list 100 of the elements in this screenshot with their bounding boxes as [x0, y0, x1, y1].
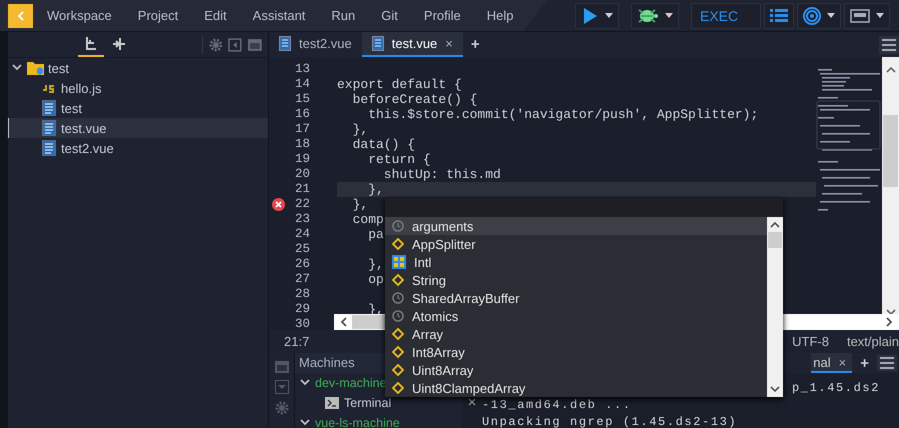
folder-icon [27, 60, 45, 76]
back-button[interactable] [8, 4, 33, 28]
clock-icon [392, 220, 404, 232]
file-icon [42, 120, 56, 136]
clock-icon [392, 292, 404, 304]
tree-icon [84, 36, 97, 50]
diamond-icon [392, 238, 404, 250]
diamond-icon [392, 346, 404, 358]
vertical-scrollbar[interactable] [767, 217, 783, 397]
terminal-tab[interactable]: nal × [811, 353, 852, 373]
clock-icon [392, 310, 404, 322]
window-icon [850, 8, 870, 22]
suggestion-item[interactable]: SharedArrayBuffer [385, 289, 767, 307]
file-icon [279, 36, 291, 51]
line-number: 29 [294, 302, 310, 317]
line-number: 16 [294, 107, 310, 122]
diamond-icon [392, 364, 404, 376]
add-tab-button[interactable]: + [462, 36, 488, 53]
code-line: export default { [337, 77, 462, 92]
scroll-down-icon[interactable] [770, 386, 780, 392]
file-icon [42, 100, 56, 116]
menu-item[interactable]: Project [138, 8, 178, 23]
run-button[interactable] [575, 2, 619, 28]
menu-icon[interactable] [877, 355, 897, 371]
chevron-down-icon[interactable] [300, 379, 310, 387]
menu-item[interactable]: Git [381, 8, 398, 23]
menu-item[interactable]: Profile [424, 8, 461, 23]
diamond-icon [392, 382, 404, 394]
exec-button[interactable]: EXEC [691, 2, 761, 28]
terminal-line: Unpacking ngrep (1.45.ds2-13) [482, 414, 738, 428]
suggestion-item[interactable]: Intl [385, 253, 767, 271]
scroll-right-icon[interactable] [885, 317, 893, 327]
line-number: 19 [294, 152, 310, 167]
close-tab-button[interactable]: × [838, 354, 846, 370]
window-button[interactable] [844, 2, 890, 28]
line-number: 23 [294, 212, 310, 227]
suggestion-item[interactable]: AppSplitter [385, 235, 767, 253]
suggestion-item[interactable]: Array [385, 325, 767, 343]
target-icon [803, 6, 821, 24]
editor-tab[interactable]: test2.vue [269, 32, 362, 57]
scroll-down-icon[interactable] [886, 309, 896, 315]
file-type-label[interactable]: text/plain [846, 334, 899, 349]
close-tab-button[interactable]: × [445, 36, 453, 51]
debug-button[interactable] [631, 2, 679, 28]
line-number: 13 [294, 62, 310, 77]
scroll-left-icon[interactable] [340, 317, 348, 327]
code-line: this.$store.commit('navigator/push', AppSplitter); [367, 107, 758, 122]
chevron-down-icon[interactable] [300, 419, 310, 427]
machine-item[interactable]: vue-ls-machine [295, 413, 462, 428]
maximize-icon[interactable] [248, 38, 262, 50]
tree-item[interactable]: test2.vue [8, 138, 268, 158]
file-icon [372, 36, 384, 51]
line-number: 25 [294, 242, 310, 257]
editor-tab[interactable]: test.vue × [362, 32, 463, 57]
chevron-down-icon[interactable] [12, 64, 22, 72]
tree-item[interactable]: test [8, 58, 268, 78]
tree-item[interactable]: hello.js [8, 78, 268, 98]
play-icon [581, 6, 599, 24]
code-line: op [367, 272, 384, 287]
tree-item[interactable]: test.vue [8, 118, 268, 138]
suggestion-item[interactable]: String [385, 271, 767, 289]
code-line: data() { [352, 137, 416, 152]
menu-icon[interactable] [879, 36, 899, 54]
terminal-line: -13_amd64.deb ... [482, 397, 633, 414]
list-icon [770, 8, 788, 24]
menu-item[interactable]: Help [486, 8, 514, 23]
settings-icon[interactable] [208, 38, 222, 52]
line-number: 21 [294, 182, 310, 197]
add-tab-button[interactable]: + [852, 354, 877, 372]
scrollbar-thumb[interactable] [768, 232, 782, 248]
split-icon [112, 36, 126, 50]
line-number: 22 [294, 197, 310, 212]
diamond-icon [392, 274, 404, 286]
scroll-up-icon[interactable] [770, 222, 780, 228]
terminal-icon [325, 397, 339, 409]
list-button[interactable] [764, 2, 794, 28]
collapse-icon[interactable] [228, 38, 242, 52]
code-line: shutUp: this.md [382, 167, 501, 182]
code-line: }, [367, 182, 384, 197]
menu-item[interactable]: Assistant [252, 8, 306, 23]
scroll-up-icon[interactable] [886, 67, 896, 73]
scrollbar-thumb[interactable] [883, 115, 898, 187]
code-line: pa [367, 227, 384, 242]
menu-item[interactable]: Workspace [47, 8, 112, 23]
suggestion-item[interactable]: arguments [385, 217, 767, 235]
vertical-scrollbar[interactable] [882, 57, 899, 315]
line-number: 18 [294, 137, 310, 152]
code-line: return { [367, 152, 431, 167]
diamond-icon [392, 328, 404, 340]
file-icon [42, 140, 56, 156]
chevron-left-icon [16, 10, 26, 22]
target-button[interactable] [797, 2, 841, 28]
tree-item[interactable]: test [8, 98, 268, 118]
grid-icon [392, 255, 406, 269]
menu-item[interactable]: Run [331, 8, 356, 23]
line-number: 27 [294, 272, 310, 287]
menu-item[interactable]: Edit [204, 8, 227, 23]
suggestion-item[interactable]: Atomics [385, 307, 767, 325]
code-line: }, [352, 122, 368, 137]
encoding-label[interactable]: UTF-8 [792, 334, 829, 349]
